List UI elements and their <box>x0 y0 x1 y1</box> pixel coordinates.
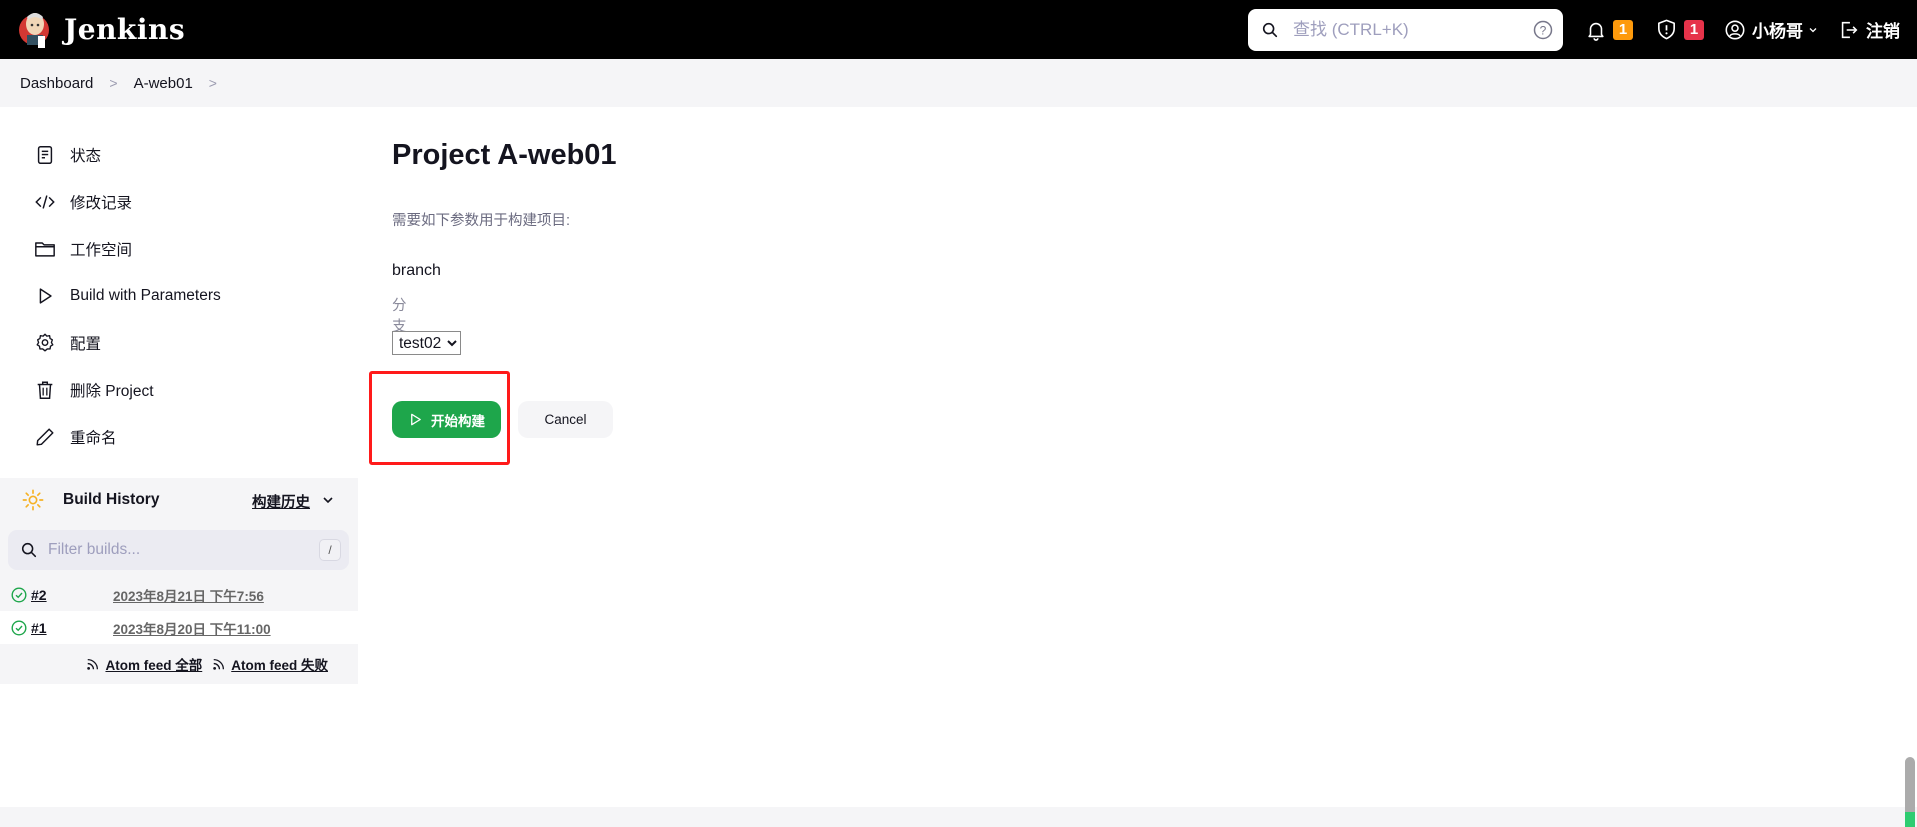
build-row: #2 2023年8月21日 下午7:56 <box>0 578 358 611</box>
sidebar-item-label: 工作空间 <box>70 242 133 259</box>
page-footer <box>0 807 1917 827</box>
gear-icon <box>36 333 54 352</box>
filter-builds-box[interactable]: / <box>8 530 349 570</box>
user-menu-button[interactable]: 小杨哥 <box>1724 17 1818 42</box>
header-actions: 1 1 小杨哥 注销 <box>1585 0 1900 59</box>
keyboard-shortcut-hint: / <box>319 539 341 561</box>
sidebar-item-changes[interactable]: 修改记录 <box>34 187 334 217</box>
play-icon <box>39 288 52 304</box>
help-icon[interactable]: ? <box>1533 20 1553 40</box>
top-header: Jenkins ? 1 1 小杨哥 注销 <box>0 0 1917 59</box>
breadcrumb-separator-icon: > <box>109 75 118 91</box>
atom-feed-all-link[interactable]: Atom feed 全部 <box>86 654 202 674</box>
sidebar-item-label: 状态 <box>70 148 102 165</box>
cancel-button[interactable]: Cancel <box>518 401 613 438</box>
breadcrumb: Dashboard > A-web01 > <box>0 59 1917 107</box>
chevron-down-icon <box>1809 27 1817 32</box>
filter-builds-input[interactable] <box>48 530 308 570</box>
branch-select[interactable]: test02 <box>392 331 461 355</box>
user-icon <box>1725 20 1745 39</box>
status-icon <box>37 146 53 164</box>
build-trend-link[interactable]: 构建历史 <box>252 491 310 512</box>
jenkins-home-link[interactable]: Jenkins <box>18 8 185 50</box>
atom-feed-failed-label: Atom feed 失败 <box>231 658 328 673</box>
parameter-name: branch <box>392 262 441 279</box>
user-name: 小杨哥 <box>1752 22 1803 41</box>
search-icon <box>1262 22 1278 38</box>
weather-sunny-icon <box>22 489 44 511</box>
sidebar-item-workspace[interactable]: 工作空间 <box>34 234 334 264</box>
atom-feed-failed-link[interactable]: Atom feed 失败 <box>212 654 328 674</box>
security-button[interactable]: 1 <box>1655 18 1704 41</box>
build-row: #1 2023年8月20日 下午11:00 <box>0 611 358 644</box>
build-number-link[interactable]: #2 <box>31 587 47 603</box>
sidebar-item-configure[interactable]: 配置 <box>34 328 334 358</box>
svg-text:?: ? <box>1540 24 1547 38</box>
notifications-button[interactable]: 1 <box>1585 19 1633 41</box>
pencil-icon <box>36 428 54 446</box>
security-badge: 1 <box>1684 19 1704 40</box>
shield-icon <box>1658 19 1675 40</box>
search-box[interactable]: ? <box>1248 9 1563 51</box>
build-date-link[interactable]: 2023年8月20日 下午11:00 <box>113 618 271 638</box>
scrollbar-indicator <box>1905 812 1915 827</box>
logout-label: 注销 <box>1866 22 1900 41</box>
sidebar-item-label: 配置 <box>70 336 102 353</box>
bell-icon <box>1588 22 1604 41</box>
sidebar-item-delete-project[interactable]: 删除 Project <box>34 375 334 405</box>
rss-icon <box>87 658 99 670</box>
start-build-button[interactable]: 开始构建 <box>392 401 501 438</box>
breadcrumb-project[interactable]: A-web01 <box>134 75 193 92</box>
sidebar-item-label: 重命名 <box>70 430 117 447</box>
atom-feeds: Atom feed 全部 Atom feed 失败 <box>0 644 358 684</box>
start-build-label: 开始构建 <box>431 413 485 429</box>
build-history-header: Build History 构建历史 <box>0 478 358 522</box>
build-number-link[interactable]: #1 <box>31 620 47 636</box>
build-history-title: Build History <box>63 491 160 508</box>
rss-icon <box>213 658 225 670</box>
play-icon <box>411 413 421 426</box>
sidebar-item-status[interactable]: 状态 <box>34 140 334 170</box>
collapse-chevron-icon[interactable] <box>322 494 334 506</box>
build-date-link[interactable]: 2023年8月21日 下午7:56 <box>113 585 264 605</box>
code-icon <box>35 195 55 209</box>
sidebar-item-label: 删除 Project <box>70 383 154 400</box>
sidebar-item-rename[interactable]: 重命名 <box>34 422 334 452</box>
jenkins-logo-icon <box>18 8 52 50</box>
breadcrumb-dashboard[interactable]: Dashboard <box>20 75 93 92</box>
search-input[interactable] <box>1293 20 1513 40</box>
atom-feed-all-label: Atom feed 全部 <box>105 658 203 673</box>
logout-button[interactable]: 注销 <box>1838 17 1900 42</box>
breadcrumb-menu-chevron-icon[interactable]: > <box>209 75 217 91</box>
notifications-badge: 1 <box>1613 19 1633 40</box>
success-status-icon <box>11 620 27 636</box>
sidebar-item-label: Build with Parameters <box>70 287 221 304</box>
trash-icon <box>37 381 53 399</box>
parameter-description: 分支 <box>392 298 407 335</box>
sidebar-item-label: 修改记录 <box>70 195 133 212</box>
logout-icon <box>1841 21 1858 38</box>
parameters-description: 需要如下参数用于构建项目: <box>392 213 571 229</box>
sidebar-item-build-with-parameters[interactable]: Build with Parameters <box>34 281 334 311</box>
folder-icon <box>35 242 55 257</box>
app-name: Jenkins <box>64 12 186 46</box>
build-history-panel: Build History 构建历史 / #2 2023年8月21日 下午7:5… <box>0 478 358 684</box>
search-icon <box>21 542 37 558</box>
success-status-icon <box>11 587 27 603</box>
page-title: Project A-web01 <box>392 139 617 171</box>
